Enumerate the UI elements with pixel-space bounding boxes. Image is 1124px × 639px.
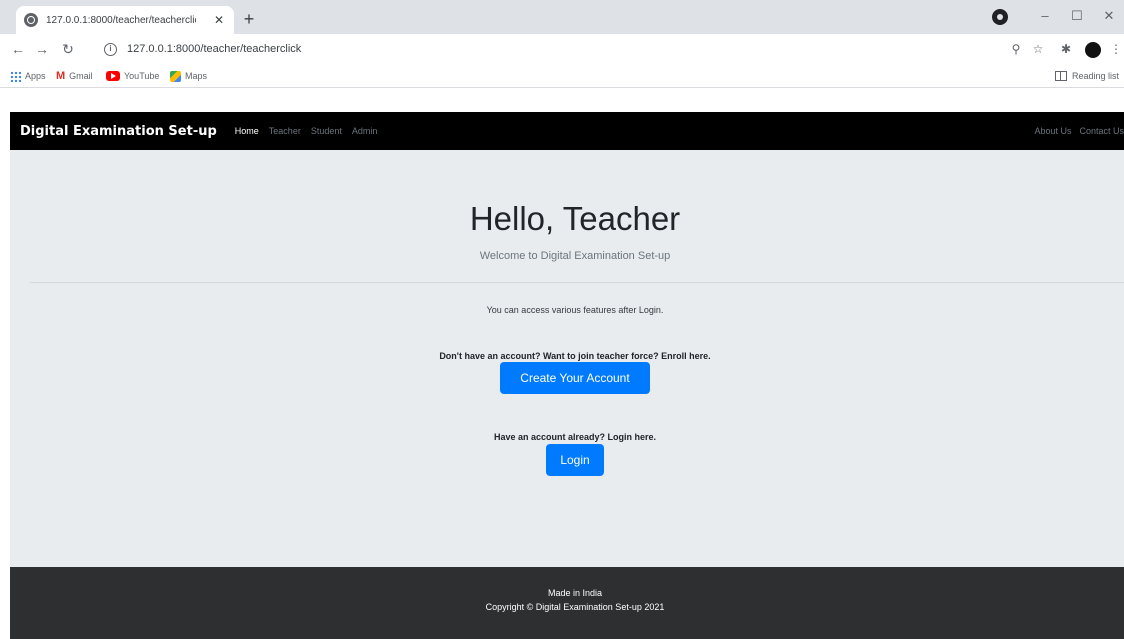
page-title: Hello, Teacher <box>469 200 681 237</box>
divider <box>30 282 1124 283</box>
browser-tab[interactable]: 127.0.0.1:8000/teacher/teacherclick ✕ <box>16 6 234 34</box>
site-footer: Made in India Copyright © Digital Examin… <box>10 567 1124 639</box>
bookmark-gmail[interactable]: M Gmail <box>56 68 93 84</box>
profile-avatar[interactable] <box>1085 42 1101 58</box>
back-arrow-icon[interactable]: ← <box>8 39 28 59</box>
nav-link-admin[interactable]: Admin <box>352 126 378 136</box>
navbar-right-links: About Us Contact Us <box>1026 126 1124 136</box>
login-prompt: Have an account already? Login here. <box>493 432 657 442</box>
info-icon[interactable]: i <box>104 42 117 56</box>
reload-icon[interactable]: ↻ <box>58 39 78 59</box>
signup-prompt: Don't have an account? Want to join teac… <box>439 351 711 361</box>
forward-arrow-icon[interactable]: → <box>32 39 52 59</box>
nav-link-teacher[interactable]: Teacher <box>269 126 301 136</box>
nav-link-student[interactable]: Student <box>311 126 342 136</box>
page-content: Digital Examination Set-up Home Teacher … <box>10 112 1124 639</box>
globe-icon <box>24 13 38 27</box>
close-window-button[interactable]: ✕ <box>1094 6 1124 26</box>
youtube-icon <box>106 71 120 81</box>
new-tab-button[interactable]: + <box>238 8 260 30</box>
page-subtitle: Welcome to Digital Examination Set-up <box>479 250 671 262</box>
zoom-icon[interactable]: ⚲ <box>1008 41 1024 57</box>
gmail-icon: M <box>56 70 66 82</box>
nav-link-contact[interactable]: Contact Us <box>1079 126 1124 136</box>
browser-tabstrip: 127.0.0.1:8000/teacher/teacherclick ✕ + … <box>0 0 1124 34</box>
site-navbar: Digital Examination Set-up Home Teacher … <box>10 112 1124 150</box>
bookmark-youtube[interactable]: YouTube <box>106 68 159 84</box>
navbar-brand[interactable]: Digital Examination Set-up <box>20 124 217 139</box>
more-menu-icon[interactable]: ⋮ <box>1108 41 1124 57</box>
bookmark-maps[interactable]: Maps <box>170 68 207 84</box>
bookmark-star-icon[interactable]: ☆ <box>1030 41 1046 57</box>
login-button[interactable]: Login <box>546 444 604 476</box>
lead-text: You can access various features after Lo… <box>486 305 664 315</box>
apps-grid-icon <box>10 70 21 82</box>
maximize-button[interactable]: ☐ <box>1062 6 1092 26</box>
tab-close-icon[interactable]: ✕ <box>212 13 226 27</box>
bookmark-apps[interactable]: Apps <box>10 68 46 84</box>
reading-list-button[interactable]: Reading list <box>1055 68 1119 84</box>
minimize-button[interactable]: – <box>1030 6 1060 26</box>
footer-copyright: Copyright © Digital Examination Set-up 2… <box>485 602 665 612</box>
footer-made-in: Made in India <box>547 588 603 598</box>
tab-title: 127.0.0.1:8000/teacher/teacherclick <box>46 14 196 26</box>
url-text[interactable]: 127.0.0.1:8000/teacher/teacherclick <box>127 43 301 55</box>
navbar-links: Home Teacher Student Admin <box>235 126 388 136</box>
address-bar[interactable]: i 127.0.0.1:8000/teacher/teacherclick <box>104 37 984 61</box>
create-account-button[interactable]: Create Your Account <box>500 362 650 394</box>
nav-link-about[interactable]: About Us <box>1034 126 1071 136</box>
extensions-icon[interactable]: ✱ <box>1058 41 1074 57</box>
nav-link-home[interactable]: Home <box>235 126 259 136</box>
media-control-icon[interactable] <box>992 9 1008 25</box>
bookmarks-bar: Apps M Gmail YouTube Maps Reading list <box>0 64 1124 88</box>
maps-icon <box>170 70 181 82</box>
reading-list-icon <box>1055 71 1067 81</box>
browser-toolbar: ← → ↻ i 127.0.0.1:8000/teacher/teachercl… <box>0 34 1124 64</box>
